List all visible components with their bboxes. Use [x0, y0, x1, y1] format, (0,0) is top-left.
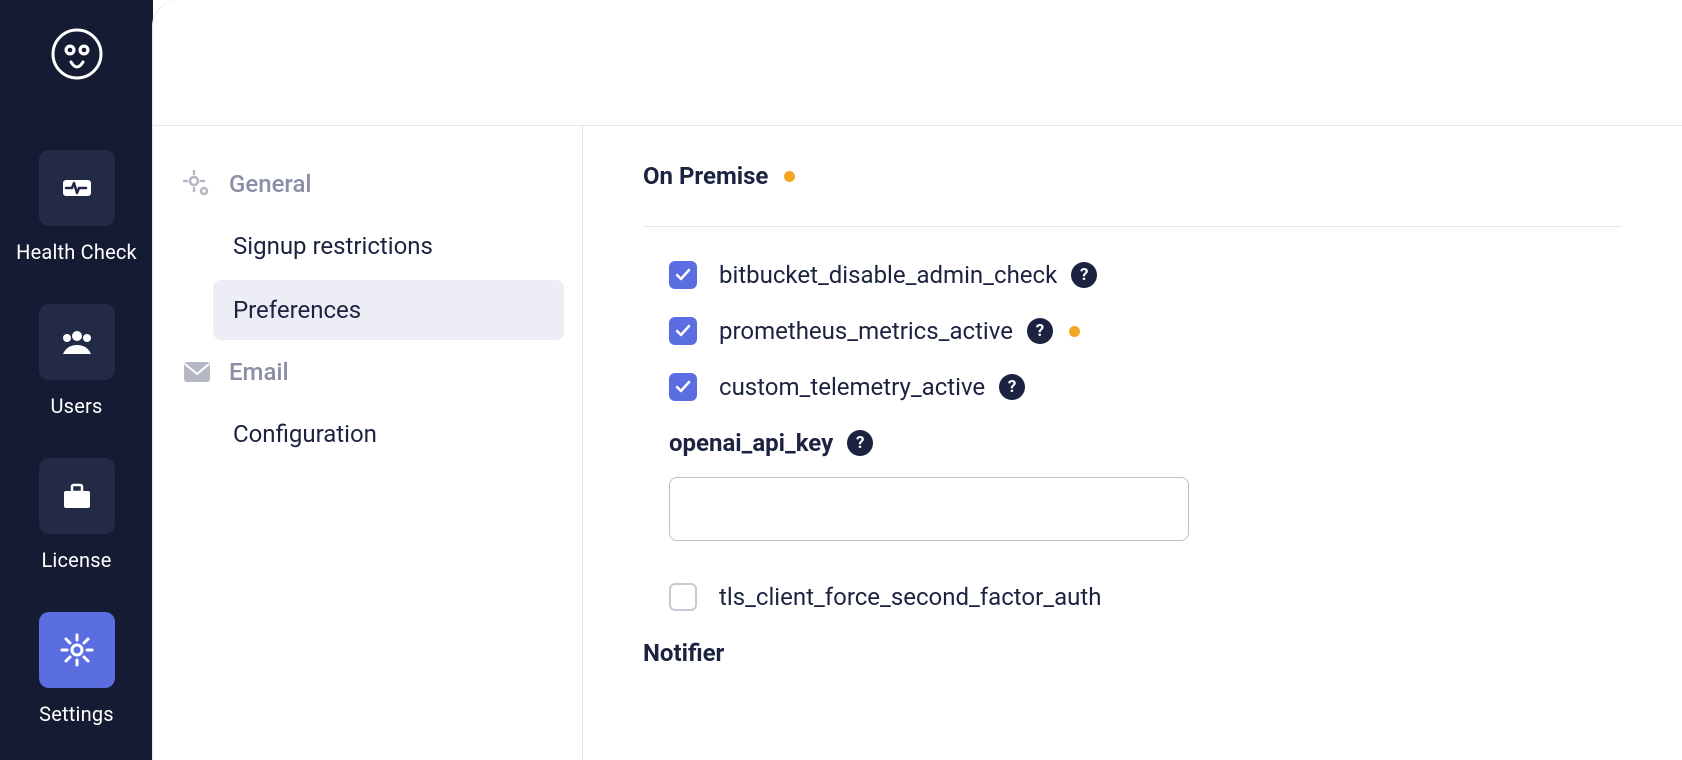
- nav-rail: Health Check Users License Settings: [0, 0, 153, 760]
- subnav-section-label: Email: [229, 358, 289, 386]
- main-area: General Signup restrictions Preferences …: [153, 0, 1682, 760]
- nav-item-users[interactable]: Users: [39, 304, 115, 418]
- subnav-section-email: Email: [153, 344, 582, 400]
- modified-dot-icon: [784, 171, 795, 182]
- check-icon: [674, 322, 692, 340]
- nav-item-label: Health Check: [16, 240, 137, 264]
- mail-icon: [183, 361, 211, 383]
- nav-item-settings[interactable]: Settings: [39, 612, 115, 726]
- preferences-pane: On Premise bitbucket_disable_admin_check…: [583, 126, 1682, 760]
- checkbox-row-telemetry: custom_telemetry_active ?: [669, 373, 1682, 401]
- subnav-link-signup[interactable]: Signup restrictions: [213, 216, 564, 276]
- nav-item-health[interactable]: Health Check: [16, 150, 137, 264]
- check-icon: [674, 378, 692, 396]
- section-title: On Premise: [643, 162, 768, 190]
- gear-small-icon: [183, 170, 211, 198]
- field-label-text: openai_api_key: [669, 429, 833, 457]
- checkbox-label: prometheus_metrics_active: [719, 317, 1013, 345]
- section-notifier-header: Notifier: [643, 639, 1622, 667]
- settings-subnav: General Signup restrictions Preferences …: [153, 126, 583, 760]
- checkbox-label: bitbucket_disable_admin_check: [719, 261, 1057, 289]
- checkbox-tls[interactable]: [669, 583, 697, 611]
- nav-item-label: License: [41, 548, 111, 572]
- checkbox-label: tls_client_force_second_factor_auth: [719, 583, 1101, 611]
- section-onpremise-header: On Premise: [643, 162, 1622, 227]
- owl-logo: [51, 28, 103, 80]
- checkbox-bitbucket[interactable]: [669, 261, 697, 289]
- nav-item-license[interactable]: License: [39, 458, 115, 572]
- help-icon[interactable]: ?: [1027, 318, 1053, 344]
- subnav-link-configuration[interactable]: Configuration: [213, 404, 564, 464]
- briefcase-icon: [39, 458, 115, 534]
- subnav-link-preferences[interactable]: Preferences: [213, 280, 564, 340]
- nav-item-label: Users: [51, 394, 103, 418]
- checkbox-label: custom_telemetry_active: [719, 373, 985, 401]
- checkbox-row-tls: tls_client_force_second_factor_auth: [669, 583, 1682, 611]
- help-icon[interactable]: ?: [1071, 262, 1097, 288]
- content: General Signup restrictions Preferences …: [153, 126, 1682, 760]
- check-icon: [674, 266, 692, 284]
- gear-icon: [39, 612, 115, 688]
- health-icon: [39, 150, 115, 226]
- subnav-link-label: Preferences: [233, 296, 361, 324]
- onpremise-fields: bitbucket_disable_admin_check ? promethe…: [643, 227, 1682, 611]
- checkbox-row-prometheus: prometheus_metrics_active ?: [669, 317, 1682, 345]
- subnav-link-label: Signup restrictions: [233, 232, 433, 260]
- nav-item-label: Settings: [39, 702, 114, 726]
- checkbox-telemetry[interactable]: [669, 373, 697, 401]
- checkbox-prometheus[interactable]: [669, 317, 697, 345]
- users-icon: [39, 304, 115, 380]
- subnav-link-label: Configuration: [233, 420, 377, 448]
- modified-dot-icon: [1069, 326, 1080, 337]
- field-label-openai: openai_api_key ?: [669, 429, 1682, 457]
- openai-api-key-input[interactable]: [669, 477, 1189, 541]
- help-icon[interactable]: ?: [999, 374, 1025, 400]
- section-title: Notifier: [643, 639, 724, 667]
- topbar: [153, 0, 1682, 126]
- checkbox-row-bitbucket: bitbucket_disable_admin_check ?: [669, 261, 1682, 289]
- help-icon[interactable]: ?: [847, 430, 873, 456]
- subnav-section-general: General: [153, 156, 582, 212]
- subnav-section-label: General: [229, 170, 312, 198]
- owl-logo-icon: [51, 28, 103, 80]
